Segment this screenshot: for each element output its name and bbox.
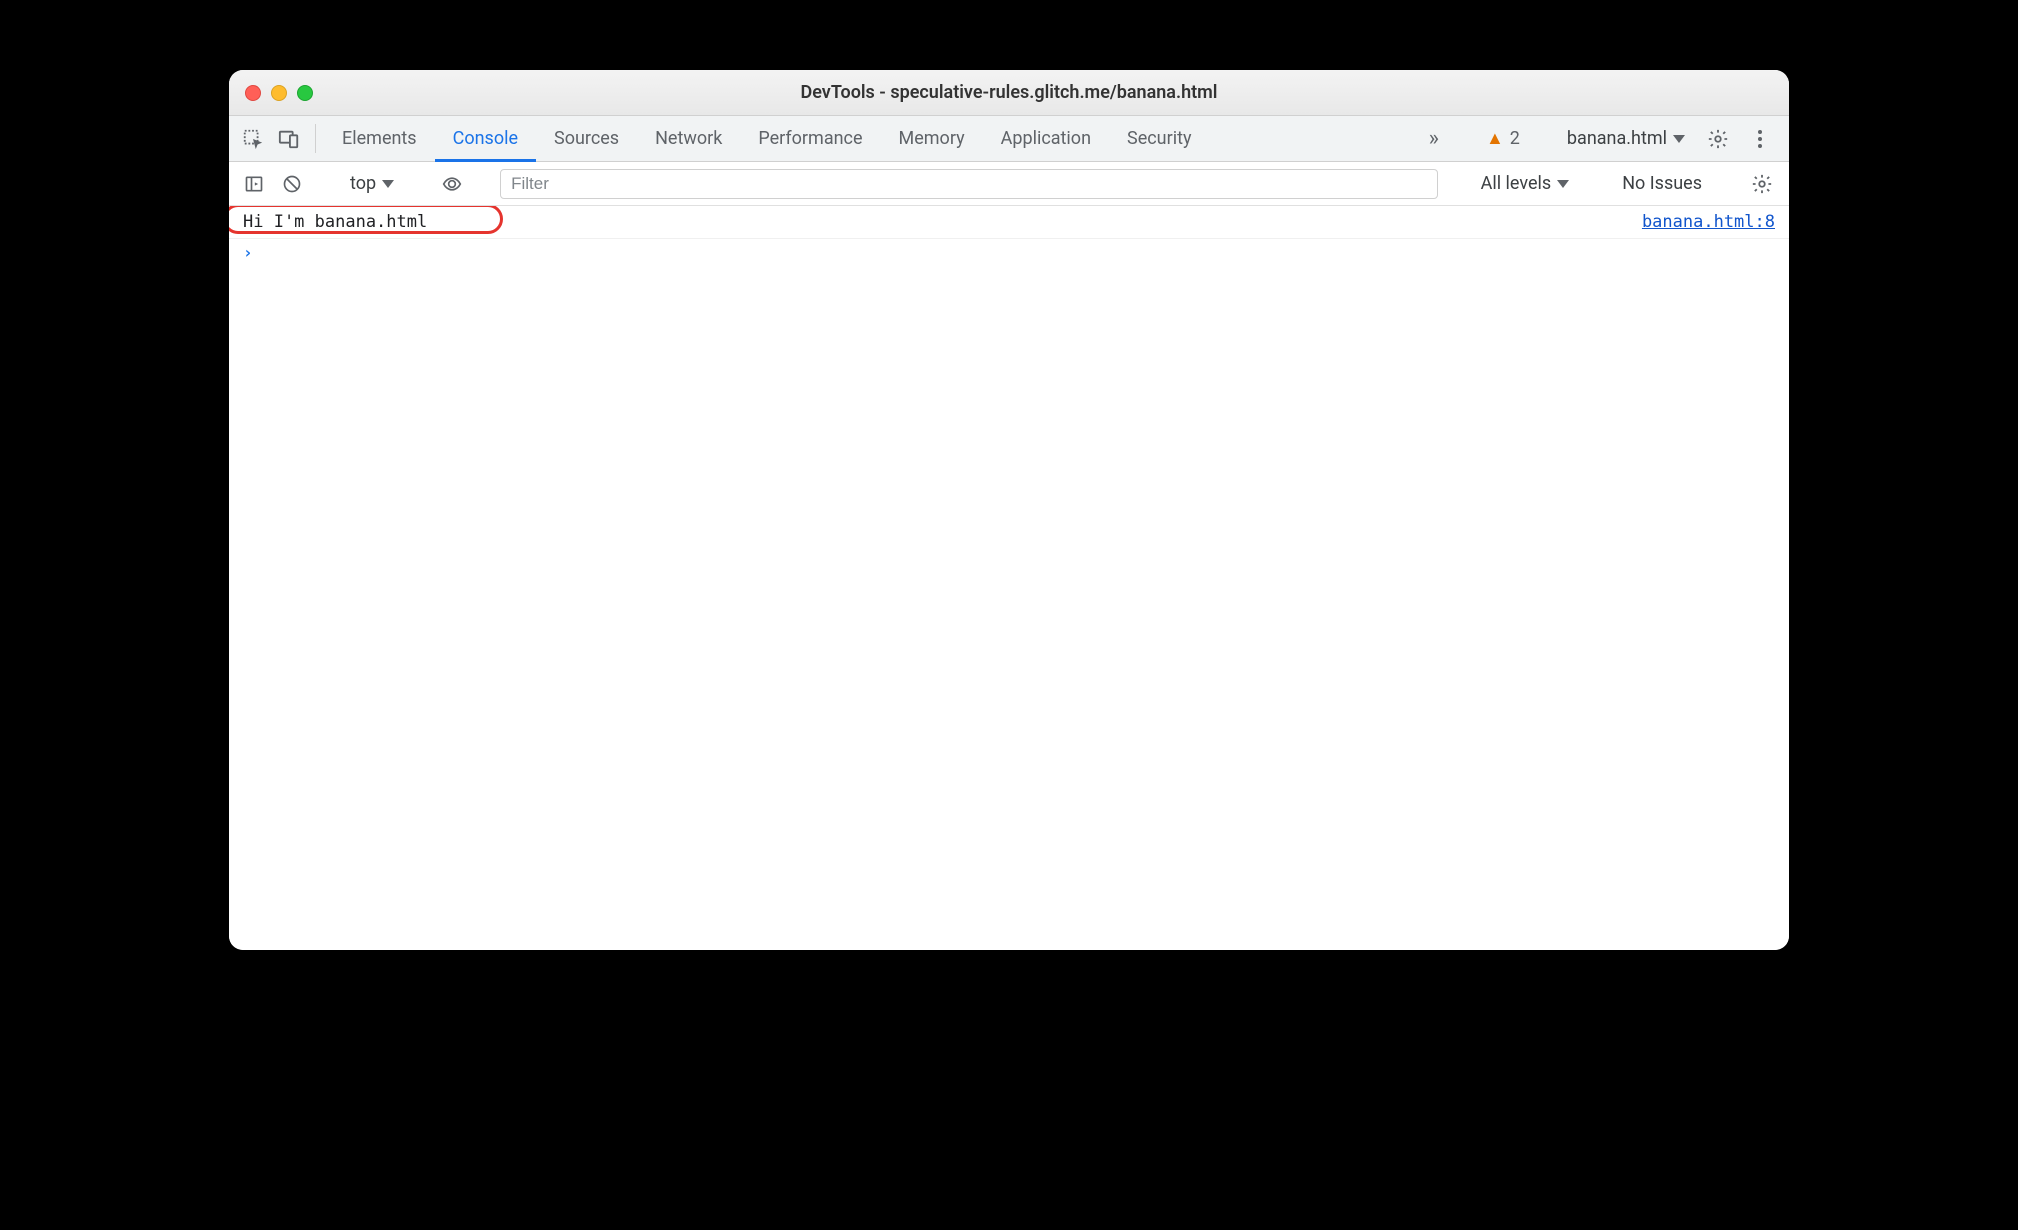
chevron-down-icon [1673, 135, 1685, 143]
context-selector[interactable]: top [340, 173, 404, 194]
tab-network[interactable]: Network [637, 116, 740, 161]
prompt-caret-icon: › [243, 243, 253, 262]
close-window-button[interactable] [245, 85, 261, 101]
separator [315, 124, 316, 153]
console-settings-icon[interactable] [1745, 173, 1779, 195]
issues-label: No Issues [1622, 173, 1702, 194]
tab-elements[interactable]: Elements [324, 116, 435, 161]
clear-console-icon[interactable] [277, 169, 307, 199]
levels-label: All levels [1481, 173, 1552, 194]
tabbar-right: » ▲ 2 banana.html [1421, 116, 1783, 161]
tab-application[interactable]: Application [983, 116, 1109, 161]
warnings-badge[interactable]: ▲ 2 [1480, 128, 1526, 149]
more-menu-icon[interactable] [1743, 130, 1777, 148]
console-output: Hi I'm banana.html banana.html:8 › [229, 206, 1789, 950]
frame-selector-label: banana.html [1567, 128, 1667, 149]
tab-memory[interactable]: Memory [881, 116, 983, 161]
window-title: DevTools - speculative-rules.glitch.me/b… [245, 82, 1773, 103]
tab-label: Security [1127, 128, 1191, 149]
tab-security[interactable]: Security [1109, 116, 1209, 161]
frame-selector[interactable]: banana.html [1559, 128, 1693, 149]
log-message: Hi I'm banana.html [243, 212, 427, 232]
panel-tabs: Elements Console Sources Network Perform… [324, 116, 1209, 161]
context-label: top [350, 173, 376, 194]
console-prompt[interactable]: › [229, 239, 1789, 266]
tab-sources[interactable]: Sources [536, 116, 637, 161]
log-levels-selector[interactable]: All levels [1471, 173, 1580, 194]
warning-icon: ▲ [1486, 128, 1504, 149]
maximize-window-button[interactable] [297, 85, 313, 101]
warning-count: 2 [1510, 128, 1520, 149]
live-expression-icon[interactable] [437, 169, 467, 199]
tab-label: Performance [758, 128, 862, 149]
console-toolbar: top All levels No Issues [229, 162, 1789, 206]
filter-input[interactable] [500, 169, 1438, 199]
tab-label: Memory [899, 128, 965, 149]
inspect-element-icon[interactable] [235, 116, 271, 161]
log-source-link[interactable]: banana.html:8 [1642, 212, 1775, 232]
titlebar: DevTools - speculative-rules.glitch.me/b… [229, 70, 1789, 116]
tab-label: Sources [554, 128, 619, 149]
traffic-lights [245, 85, 313, 101]
chevron-down-icon [1557, 180, 1569, 188]
tab-label: Console [453, 128, 518, 149]
tab-label: Application [1001, 128, 1091, 149]
chevron-down-icon [382, 180, 394, 188]
issues-button[interactable]: No Issues [1612, 173, 1712, 194]
log-entry: Hi I'm banana.html banana.html:8 [229, 206, 1789, 239]
more-tabs-icon[interactable]: » [1421, 126, 1447, 151]
tab-label: Network [655, 128, 722, 149]
main-tabbar: Elements Console Sources Network Perform… [229, 116, 1789, 162]
device-toolbar-icon[interactable] [271, 116, 307, 161]
tab-label: Elements [342, 128, 417, 149]
tab-performance[interactable]: Performance [740, 116, 880, 161]
tab-console[interactable]: Console [435, 116, 536, 161]
devtools-window: DevTools - speculative-rules.glitch.me/b… [229, 70, 1789, 950]
minimize-window-button[interactable] [271, 85, 287, 101]
toggle-sidebar-icon[interactable] [239, 169, 269, 199]
settings-icon[interactable] [1701, 128, 1735, 150]
